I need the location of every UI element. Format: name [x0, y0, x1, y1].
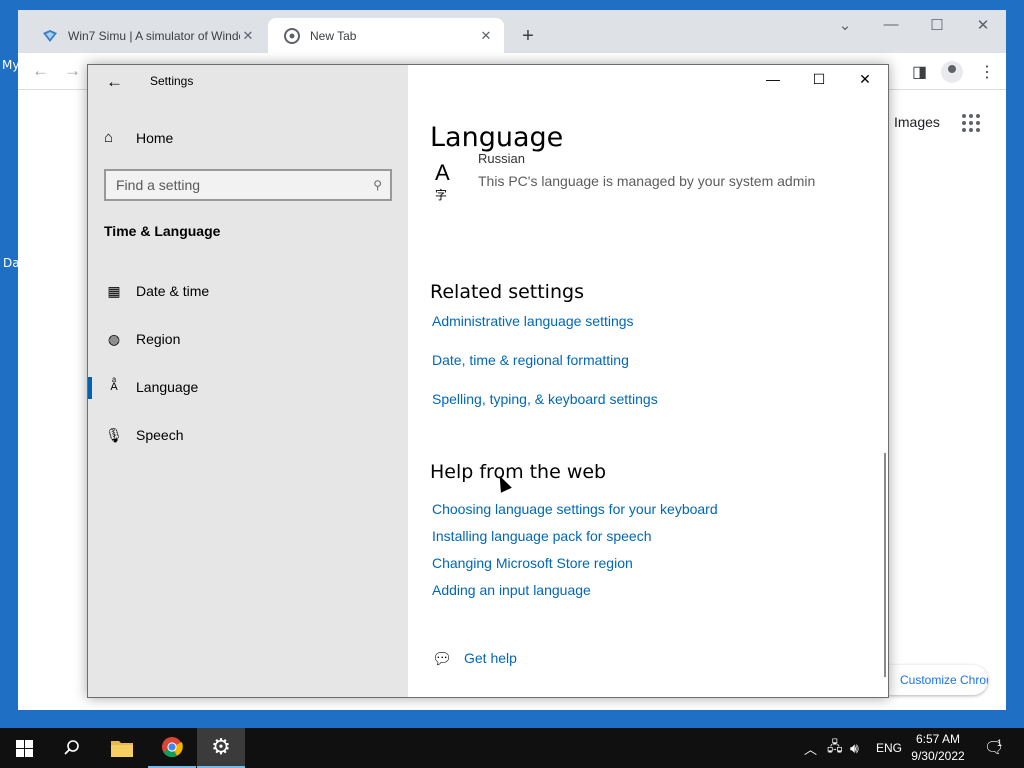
win7-simu-favicon-icon [43, 29, 57, 42]
network-icon[interactable]: 🖧︎ [827, 728, 843, 768]
browser-close-button[interactable]: ✕ [971, 16, 995, 34]
tab-search-chevron-icon[interactable]: ⌄ [833, 16, 857, 34]
show-hidden-icons-chevron-icon[interactable]: ︿ [804, 728, 817, 768]
help-link[interactable]: Choosing language settings for your keyb… [432, 501, 718, 517]
help-from-web-heading: Help from the web [430, 461, 607, 483]
app-title: Settings [150, 74, 194, 88]
tab-win7-simu[interactable]: Win7 Simu | A simulator of Windows ✕ [26, 18, 266, 53]
tab-title: New Tab [310, 28, 357, 43]
gear-icon: ⚙ [211, 734, 231, 759]
tab-title: Win7 Simu | A simulator of Windows [68, 28, 240, 43]
browser-maximize-button[interactable]: ☐ [925, 16, 949, 34]
page-title: Language [430, 122, 564, 153]
language-indicator[interactable]: ENG [876, 728, 902, 768]
images-link[interactable]: Images [894, 114, 940, 130]
home-label: Home [136, 129, 174, 146]
sidebar-item-date-time[interactable]: ▦ Date & time [88, 271, 408, 311]
get-help-link[interactable]: Get help [464, 650, 517, 666]
calendar-clock-icon: ▦ [107, 282, 121, 299]
tab-close-icon[interactable]: ✕ [240, 28, 256, 44]
search-icon [64, 740, 79, 755]
time-text: 6:57 AM [915, 732, 961, 746]
microphone-icon: 🎙︎ [105, 426, 123, 443]
action-center-icon[interactable]: 🗨︎ [984, 728, 1004, 768]
date-text: 9/30/2022 [911, 749, 965, 763]
clock[interactable]: 6:57 AM 9/30/2022 [904, 731, 972, 765]
tab-new-tab[interactable]: New Tab ✕ [268, 18, 504, 53]
sidebar-item-label: Date & time [136, 283, 210, 299]
notification-count-badge: 1 [997, 738, 1003, 748]
file-explorer-button[interactable] [98, 728, 146, 768]
scrollbar[interactable] [884, 453, 886, 677]
language-icon: A字 [435, 160, 450, 202]
search-button[interactable] [48, 728, 96, 768]
browser-minimize-button[interactable]: — [879, 16, 903, 33]
back-arrow-icon[interactable]: ← [32, 61, 49, 81]
sidebar-item-label: Speech [136, 427, 184, 443]
sidebar-item-speech[interactable]: 🎙︎ Speech [88, 415, 408, 455]
language-icon: Aͣ [110, 381, 118, 393]
help-link[interactable]: Changing Microsoft Store region [432, 555, 633, 571]
related-settings-heading: Related settings [430, 281, 584, 303]
sidebar-item-region[interactable]: ◍ Region [88, 319, 408, 359]
keyboard-settings-link[interactable]: Spelling, typing, & keyboard settings [432, 391, 658, 407]
globe-icon: ◍ [107, 330, 121, 347]
sidebar-item-label: Language [136, 379, 199, 395]
regional-formatting-link[interactable]: Date, time & regional formatting [432, 352, 629, 368]
search-icon: ⚲ [373, 178, 382, 192]
find-setting-box[interactable]: ⚲ [104, 169, 392, 201]
admin-language-settings-link[interactable]: Administrative language settings [432, 313, 634, 329]
help-link[interactable]: Adding an input language [432, 582, 591, 598]
settings-content: Language A字 Russian This PC's language i… [408, 65, 888, 697]
help-link[interactable]: Installing language pack for speech [432, 528, 651, 544]
minimize-button[interactable]: — [750, 71, 796, 87]
back-arrow-icon[interactable]: ← [106, 72, 123, 92]
language-name: Russian [478, 151, 525, 166]
profile-avatar[interactable] [941, 61, 963, 83]
search-input[interactable] [116, 177, 374, 193]
sidebar-home[interactable]: ⌂ Home [104, 129, 173, 146]
forward-arrow-icon[interactable]: → [64, 61, 81, 81]
close-button[interactable]: ✕ [842, 71, 888, 88]
more-menu-icon[interactable]: ⋮ [979, 62, 995, 82]
chrome-favicon-icon [284, 27, 300, 44]
side-panel-icon[interactable]: ◨ [912, 62, 927, 82]
get-help-icon: 💬︎ [432, 651, 453, 668]
home-icon: ⌂ [104, 129, 114, 146]
start-button[interactable] [0, 728, 48, 768]
sidebar-item-language[interactable]: Aͣ Language [88, 367, 408, 407]
windows-logo-icon [15, 739, 33, 757]
maximize-button[interactable]: ☐ [796, 71, 842, 88]
chrome-taskbar-button[interactable] [148, 728, 196, 768]
tab-close-icon[interactable]: ✕ [478, 28, 494, 44]
new-tab-button[interactable]: + [516, 25, 540, 47]
section-title: Time & Language [104, 223, 221, 239]
chrome-icon [162, 737, 183, 758]
settings-taskbar-button[interactable]: ⚙ [197, 728, 245, 768]
taskbar: ⚙ ︿ 🖧︎ 🔊︎ ENG 6:57 AM 9/30/2022 🗨︎ 1 [0, 728, 1024, 768]
sidebar-item-label: Region [136, 331, 181, 347]
customize-chrome-button[interactable]: Customize Chrome [878, 665, 988, 695]
chrome-tab-strip: Win7 Simu | A simulator of Windows ✕ New… [18, 10, 1006, 53]
language-admin-note: This PC's language is managed by your sy… [478, 173, 816, 189]
google-apps-icon[interactable] [962, 114, 980, 132]
settings-sidebar: ← Settings ⌂ Home ⚲ Time & Language ▦ Da… [88, 65, 408, 697]
volume-icon[interactable]: 🔊︎ [850, 728, 859, 768]
desktop-icon-label[interactable]: My [2, 58, 19, 72]
settings-window: ← Settings ⌂ Home ⚲ Time & Language ▦ Da… [87, 64, 889, 698]
folder-icon [111, 741, 133, 757]
